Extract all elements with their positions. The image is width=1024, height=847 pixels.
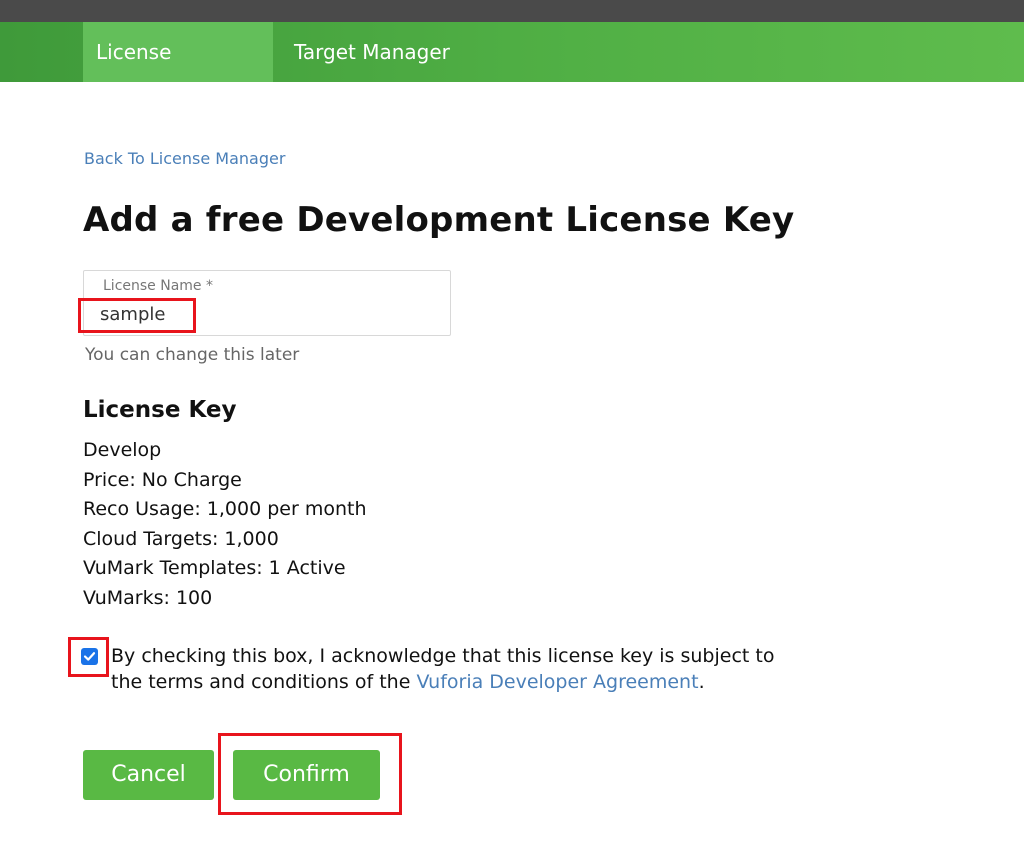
license-name-helper-text: You can change this later xyxy=(85,345,300,365)
top-bar xyxy=(0,0,1024,22)
license-name-field[interactable]: License Name * xyxy=(83,270,451,336)
tab-target-manager[interactable]: Target Manager xyxy=(281,22,463,82)
vuforia-developer-agreement-link[interactable]: Vuforia Developer Agreement xyxy=(416,671,698,693)
license-key-heading: License Key xyxy=(83,397,237,423)
back-to-license-manager-link[interactable]: Back To License Manager xyxy=(84,149,285,168)
tab-license-manager[interactable]: License Manager xyxy=(83,22,273,124)
confirm-button[interactable]: Confirm xyxy=(233,750,380,800)
license-detail-price: Price: No Charge xyxy=(83,468,242,491)
checkmark-icon xyxy=(83,652,96,661)
license-detail-vumarks: VuMarks: 100 xyxy=(83,586,213,609)
agreement-text: By checking this box, I acknowledge that… xyxy=(111,643,811,695)
highlight-box-checkbox xyxy=(68,637,109,677)
license-detail-cloud-targets: Cloud Targets: 1,000 xyxy=(83,527,279,550)
agreement-checkbox[interactable] xyxy=(81,648,98,665)
cancel-button[interactable]: Cancel xyxy=(83,750,214,800)
license-name-label: License Name * xyxy=(103,278,213,294)
license-name-input[interactable] xyxy=(100,304,430,325)
license-detail-reco-usage: Reco Usage: 1,000 per month xyxy=(83,498,367,521)
license-detail-type: Develop xyxy=(83,439,162,461)
agreement-text-after: . xyxy=(698,671,705,693)
main-nav: License Manager Target Manager xyxy=(0,22,1024,124)
license-detail-vumark-templates: VuMark Templates: 1 Active xyxy=(83,557,346,580)
page-title: Add a free Development License Key xyxy=(83,200,795,240)
license-key-details: Develop Price: No Charge Reco Usage: 1,0… xyxy=(83,436,367,614)
